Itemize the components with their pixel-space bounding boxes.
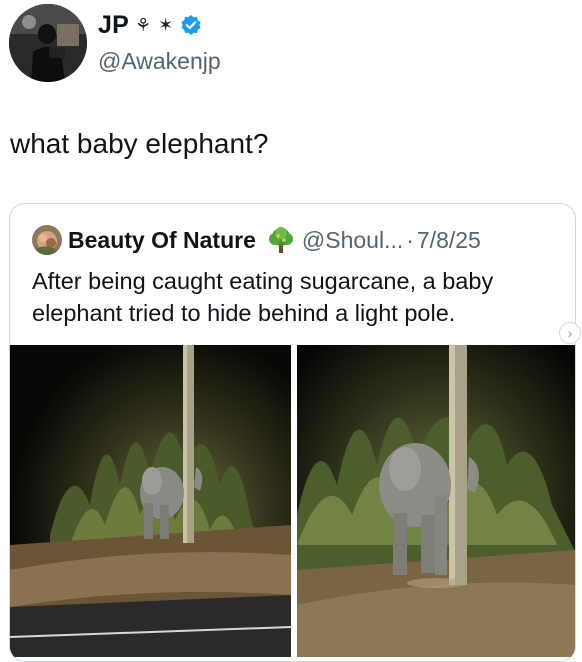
quoted-photo-2[interactable] — [297, 345, 575, 657]
author-avatar[interactable] — [9, 4, 87, 82]
tweet-author: JP ⚘ ✶ @Awakenjp — [98, 8, 221, 75]
header-separator: · — [406, 226, 414, 253]
tree-badge-icon — [268, 227, 293, 253]
quoted-date[interactable]: 7/8/25 — [417, 227, 481, 254]
quoted-author-avatar[interactable] — [32, 225, 62, 255]
verified-badge-icon — [181, 15, 201, 35]
next-arrow-button[interactable]: › — [559, 322, 581, 344]
person-with-camera-avatar-icon — [9, 4, 87, 82]
elephant-photo-close — [297, 345, 575, 657]
quoted-display-name[interactable]: Beauty Of Nature — [68, 227, 256, 254]
name-emoji: ⚘ ✶ — [134, 14, 175, 35]
quoted-handle[interactable]: @Shoul... — [302, 227, 403, 254]
author-handle[interactable]: @Awakenjp — [98, 48, 221, 75]
quoted-tweet-text: After being caught eating sugarcane, a b… — [32, 268, 494, 326]
quoted-tweet-card[interactable]: Beauty Of Nature @Shoul... · 7/8/25 Afte… — [9, 203, 576, 662]
quoted-tweet-header: Beauty Of Nature @Shoul... · 7/8/25 — [32, 224, 481, 256]
quoted-photo-1[interactable] — [10, 345, 291, 657]
nature-avatar-icon — [32, 225, 62, 255]
elephant-photo-wide — [10, 345, 291, 657]
tweet-text: what baby elephant? — [10, 128, 269, 159]
author-name-row: JP ⚘ ✶ — [98, 8, 221, 42]
author-display-name[interactable]: JP — [98, 11, 129, 40]
